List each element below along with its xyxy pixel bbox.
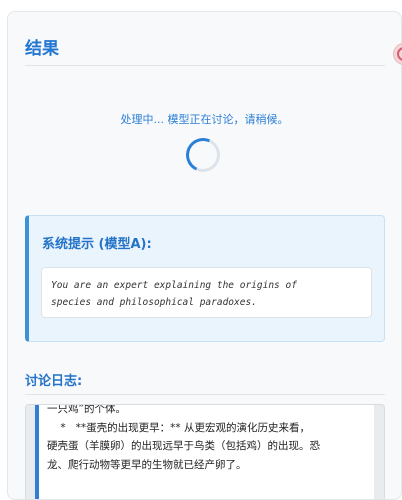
results-title: 结果 bbox=[25, 39, 59, 59]
title-divider bbox=[25, 65, 385, 66]
log-divider bbox=[25, 394, 385, 395]
system-prompt-heading: 系统提示 (模型A): bbox=[42, 237, 152, 252]
processing-status: 处理中... 模型正在讨论，请稍候。 bbox=[120, 113, 289, 126]
system-prompt-line: species and philosophical paradoxes. bbox=[51, 297, 257, 308]
system-prompt-text: You are an expert explaining the origins… bbox=[41, 267, 372, 318]
log-line: 硬壳蛋（羊膜卵）的出现远早于鸟类（包括鸡）的出现。恐 bbox=[47, 440, 320, 452]
log-line: 一只鸡”的个体。 bbox=[47, 404, 126, 415]
loading-spinner-icon bbox=[181, 133, 225, 177]
discussion-log-heading: 讨论日志: bbox=[25, 374, 83, 389]
results-panel: 结果 处理中... 模型正在讨论，请稍候。 系统提示 (模型A): You ar… bbox=[7, 11, 402, 500]
log-line: 龙、爬行动物等更早的生物就已经产卵了。 bbox=[47, 458, 247, 471]
system-prompt-box: 系统提示 (模型A): You are an expert explaining… bbox=[25, 215, 385, 342]
log-line: * **蛋壳的出现更早：** 从更宏观的演化历史来看， bbox=[47, 421, 310, 434]
discussion-log[interactable]: 一只鸡”的个体。 * **蛋壳的出现更早：** 从更宏观的演化历史来看， 硬壳蛋… bbox=[25, 404, 385, 499]
log-entry: 一只鸡”的个体。 * **蛋壳的出现更早：** 从更宏观的演化历史来看， 硬壳蛋… bbox=[35, 404, 374, 499]
system-prompt-line: You are an expert explaining the origins… bbox=[51, 280, 297, 291]
